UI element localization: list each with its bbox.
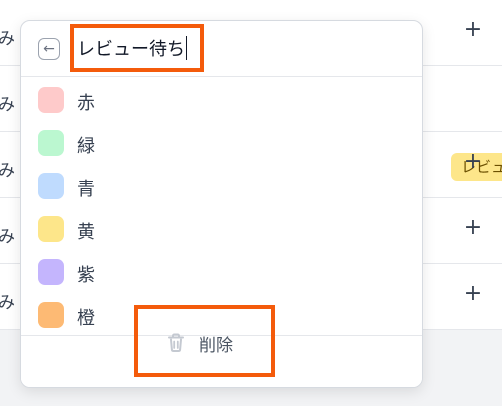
add-button[interactable]: + <box>463 217 483 239</box>
color-option[interactable]: 緑 <box>21 121 422 164</box>
trash-icon <box>168 333 184 352</box>
row-text: み <box>0 227 15 247</box>
color-swatch <box>38 216 64 242</box>
add-button[interactable]: + <box>463 151 483 173</box>
add-button[interactable]: + <box>463 283 483 305</box>
row-text: み <box>0 95 15 115</box>
color-swatch <box>38 87 64 113</box>
color-option[interactable]: 紫 <box>21 250 422 293</box>
delete-label: 削除 <box>199 335 233 356</box>
color-swatch <box>38 259 64 285</box>
color-option[interactable]: 赤 <box>21 78 422 121</box>
arrow-left-icon: ← <box>43 41 55 57</box>
color-label: 黄 <box>77 222 95 243</box>
add-button[interactable]: + <box>463 19 483 41</box>
popover-header: ← レビュー待ち <box>21 21 422 77</box>
search-value: レビュー待ち <box>77 39 185 60</box>
color-swatch <box>38 173 64 199</box>
back-button[interactable]: ← <box>38 38 60 60</box>
search-input[interactable]: レビュー待ち <box>77 35 187 61</box>
color-label: 紫 <box>77 265 95 286</box>
color-label: 橙 <box>77 308 95 329</box>
row-text: み <box>0 29 15 49</box>
row-text: み <box>0 161 15 181</box>
color-option[interactable]: 青 <box>21 164 422 207</box>
color-label: 緑 <box>77 136 95 157</box>
color-swatch <box>38 130 64 156</box>
color-label: 青 <box>77 179 95 200</box>
app-page: み + み レビュ み + み + み + ← レビュー待ち 赤 緑 青 黄 紫… <box>0 0 502 406</box>
row-text: み <box>0 293 15 313</box>
color-label: 赤 <box>77 93 95 114</box>
text-caret <box>186 36 187 60</box>
color-option[interactable]: 黄 <box>21 207 422 250</box>
color-swatch <box>38 302 64 328</box>
delete-button[interactable]: 削除 <box>167 330 233 356</box>
